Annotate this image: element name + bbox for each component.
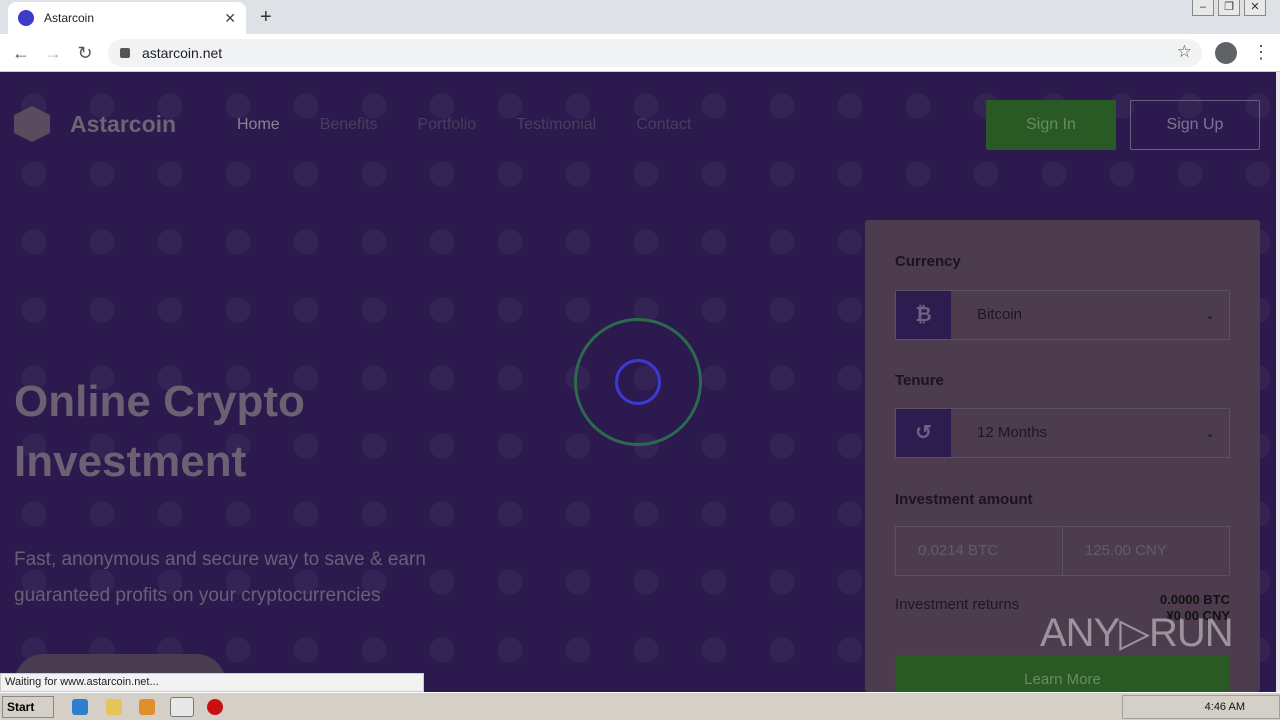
currency-select[interactable]: ₿ Bitcoin ⌄ — [895, 290, 1230, 340]
address-bar[interactable]: astarcoin.net ☆ — [108, 39, 1202, 67]
amount-inputs: 0.0214 BTC 125.00 CNY — [895, 526, 1230, 576]
brand-hexagon-icon — [14, 106, 50, 142]
tenure-value: 12 Months — [977, 424, 1048, 441]
returns-btc: 0.0000 BTC — [1159, 592, 1230, 607]
nav-contact[interactable]: Contact — [636, 116, 691, 134]
start-button[interactable]: Start — [2, 696, 54, 718]
forward-icon[interactable]: → — [42, 42, 64, 64]
tenure-label: Tenure — [895, 372, 944, 389]
start-label: Start — [7, 700, 35, 714]
folder-icon[interactable] — [106, 699, 122, 715]
history-icon: ↺ — [896, 409, 951, 457]
new-tab-icon[interactable]: + — [260, 6, 272, 29]
anyrun-watermark: ANY▷RUN — [1040, 611, 1234, 655]
bookmark-star-icon[interactable]: ☆ — [1177, 42, 1192, 62]
sign-up-button[interactable]: Sign Up — [1130, 100, 1260, 150]
browser-tab-bar: Astarcoin ✕ + – ❐ ✕ — [0, 0, 1280, 34]
hero-title: Online Crypto Investment — [14, 377, 305, 486]
media-player-icon[interactable] — [139, 699, 155, 715]
opera-icon[interactable] — [207, 699, 223, 715]
site-favicon-icon — [18, 10, 34, 26]
brand-name: Astarcoin — [70, 110, 177, 137]
profile-icon[interactable] — [1215, 42, 1237, 64]
nav-testimonial[interactable]: Testimonial — [516, 116, 596, 134]
hero-subtitle: Fast, anonymous and secure way to save &… — [14, 549, 426, 606]
window-controls: – ❐ ✕ — [1192, 0, 1266, 16]
browser-tab[interactable]: Astarcoin ✕ — [8, 2, 246, 34]
amount-label: Investment amount — [895, 491, 1033, 508]
restore-icon[interactable]: ❐ — [1218, 0, 1240, 16]
browser-status-bar: Waiting for www.astarcoin.net... — [0, 673, 424, 692]
reload-icon[interactable]: ↻ — [74, 42, 96, 64]
nav-portfolio[interactable]: Portfolio — [418, 116, 477, 134]
loading-spinner-inner — [615, 359, 661, 405]
page-scrollbar[interactable] — [1276, 72, 1280, 692]
amount-cny-input[interactable]: 125.00 CNY — [1062, 527, 1229, 575]
close-window-icon[interactable]: ✕ — [1244, 0, 1266, 16]
nav-home[interactable]: Home — [237, 116, 280, 134]
bitcoin-icon: ₿ — [896, 291, 951, 339]
web-page: Astarcoin Home Benefits Portfolio Testim… — [0, 72, 1276, 692]
browser-menu-icon[interactable]: ⋮ — [1252, 42, 1270, 63]
amount-btc-input[interactable]: 0.0214 BTC — [896, 527, 1062, 575]
sign-in-button[interactable]: Sign In — [986, 100, 1116, 150]
tab-title: Astarcoin — [44, 11, 95, 25]
returns-label: Investment returns — [895, 596, 1020, 613]
windows-taskbar: Start 4:46 AM — [0, 692, 1280, 720]
lock-icon — [120, 48, 130, 58]
nav-benefits[interactable]: Benefits — [320, 116, 378, 134]
site-logo[interactable]: Astarcoin — [14, 106, 176, 142]
main-nav: Home Benefits Portfolio Testimonial Cont… — [237, 116, 691, 134]
back-icon[interactable]: ← — [10, 42, 32, 64]
currency-value: Bitcoin — [977, 306, 1023, 323]
ie-icon[interactable] — [72, 699, 88, 715]
currency-label: Currency — [895, 253, 961, 270]
learn-more-button[interactable]: Learn More — [895, 655, 1230, 692]
system-tray: 4:46 AM — [1122, 695, 1280, 719]
clock: 4:46 AM — [1204, 701, 1245, 713]
minimize-icon[interactable]: – — [1192, 0, 1214, 16]
url-text: astarcoin.net — [142, 45, 223, 61]
chrome-taskbar-icon[interactable] — [170, 697, 194, 717]
tab-close-icon[interactable]: ✕ — [224, 10, 236, 27]
tenure-select[interactable]: ↺ 12 Months ⌄ — [895, 408, 1230, 458]
chevron-down-icon: ⌄ — [1205, 308, 1216, 322]
chevron-down-icon: ⌄ — [1205, 426, 1216, 440]
browser-toolbar: ← → ↻ astarcoin.net ☆ ⋮ — [0, 34, 1280, 72]
